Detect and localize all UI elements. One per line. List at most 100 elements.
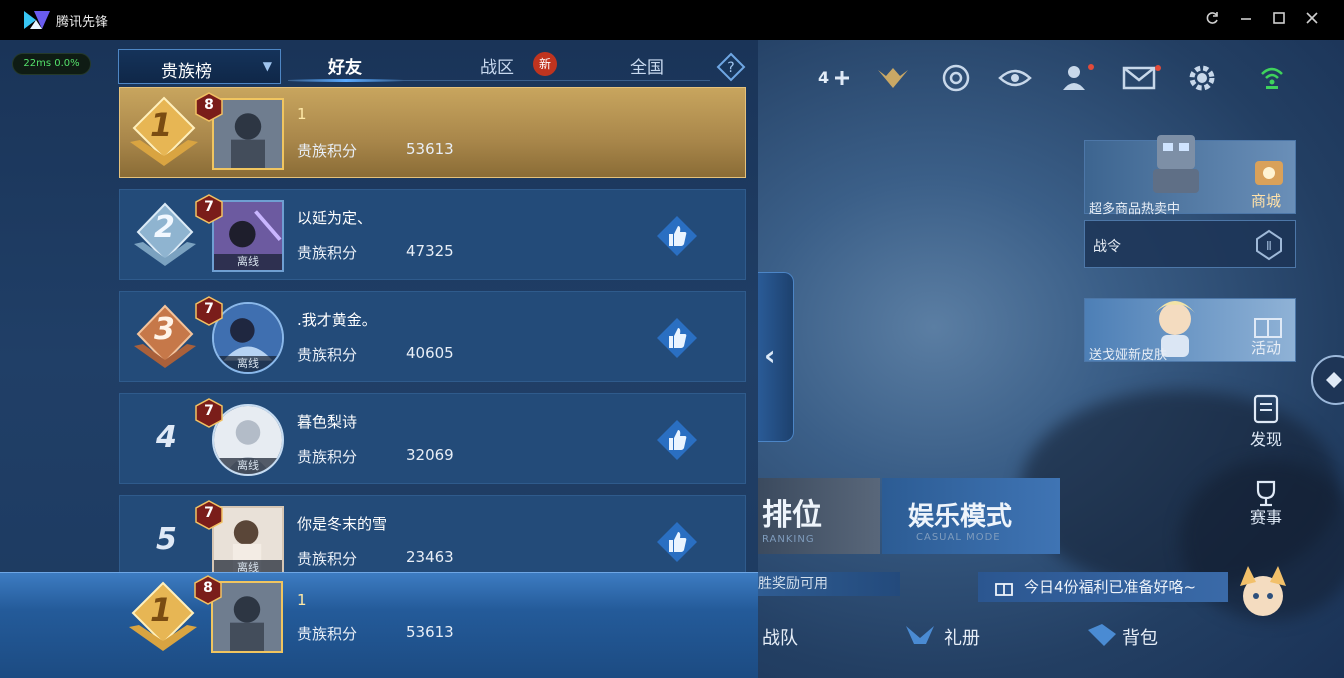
score-value: 53613 (406, 140, 454, 158)
eye-icon[interactable] (998, 64, 1032, 92)
rank-number: 5 (156, 522, 177, 557)
score-value: 47325 (406, 242, 454, 260)
score-label: 贵族积分 (297, 346, 358, 364)
offline-tag: 离线 (214, 458, 282, 474)
ranked-mode-button[interactable]: 排位 RANKING (758, 478, 880, 554)
shop-caption: 超多商品热卖中 (1089, 202, 1181, 217)
ranked-sub: RANKING (762, 534, 815, 545)
casual-mode-button[interactable]: 娱乐模式 CASUAL MODE (882, 478, 1060, 554)
chevron-down-icon: ▼ (262, 59, 272, 73)
gift-book-menu[interactable]: 礼册 (944, 624, 980, 650)
mail-icon[interactable] (1122, 64, 1162, 92)
score-value: 40605 (406, 344, 454, 362)
side-drawer-handle-icon[interactable] (1306, 352, 1344, 408)
leaderboard-row[interactable]: 4 离线 7 暮色梨诗 贵族积分 32069 (119, 393, 746, 484)
score-label: 贵族积分 (297, 550, 358, 568)
event-label: 活动 (1251, 339, 1282, 357)
shop-card[interactable]: 超多商品热卖中 商城 (1084, 135, 1296, 217)
player-name: 1 (297, 591, 307, 609)
assistant-mascot-icon[interactable] (1228, 556, 1298, 636)
avatar-picture-icon (214, 100, 282, 168)
noble-level-badge: 7 (194, 398, 224, 428)
welfare-banner-text: 今日4份福利已准备好咯~ (1024, 578, 1197, 596)
noble-level: 7 (204, 505, 214, 521)
wifi-signal-icon (1261, 67, 1283, 89)
leaderboard-row[interactable]: 3 离线 7 .我才黄金。 贵族积分 40605 (119, 291, 746, 382)
title-bar: 腾讯先锋 (0, 0, 1344, 40)
minimize-icon[interactable] (1236, 10, 1256, 30)
leaderboard-row[interactable]: 2 离线 7 以延为定、 贵族积分 47325 (119, 189, 746, 280)
noble-level: 7 (204, 199, 214, 215)
svg-text:Ⅱ: Ⅱ (1266, 239, 1272, 253)
offline-tag: 离线 (214, 356, 282, 372)
new-badge: 新 (533, 52, 557, 76)
app-logo-icon (24, 11, 50, 29)
welfare-banner[interactable]: 今日4份福利已准备好咯~ (978, 572, 1228, 602)
shop-icon (1255, 161, 1283, 185)
match-label[interactable]: 赛事 (1236, 504, 1296, 528)
discover-label[interactable]: 发现 (1236, 426, 1296, 450)
refresh-icon[interactable] (1202, 10, 1222, 30)
team-menu[interactable]: 战队 (762, 624, 798, 650)
currency-count: 4 (818, 68, 830, 87)
leaderboard-row[interactable]: 1 8 1 贵族积分 53613 (119, 87, 746, 178)
rank-number: 4 (156, 420, 177, 455)
tab-friends[interactable]: 好友 (328, 53, 362, 78)
target-icon[interactable] (940, 62, 972, 94)
svg-text:?: ? (727, 60, 734, 76)
gift-book-icon (906, 626, 934, 644)
app-title: 腾讯先锋 (56, 15, 109, 30)
collapse-panel-button[interactable]: ‹ (758, 272, 794, 442)
help-icon[interactable]: ? (716, 52, 746, 82)
casual-sub: CASUAL MODE (916, 532, 1001, 543)
player-name: 1 (297, 105, 307, 123)
reward-strip: 胜奖励可用 (758, 572, 900, 596)
noble-level-badge: 8 (193, 575, 223, 605)
noble-level: 7 (204, 403, 214, 419)
backpack-menu[interactable]: 背包 (1122, 624, 1158, 650)
noble-level-badge: 8 (194, 92, 224, 122)
like-thumbs-up-icon[interactable] (655, 520, 699, 564)
gift-icon (995, 583, 1013, 596)
friends-icon[interactable] (1060, 62, 1096, 94)
backpack-icon (1088, 624, 1116, 646)
dropdown-label: 贵族榜 (161, 62, 212, 82)
leaderboard-type-dropdown[interactable]: 贵族榜 ▼ (118, 49, 281, 84)
noble-level: 7 (204, 301, 214, 317)
event-card[interactable]: 送戈娅新皮肤 活动 (1084, 298, 1296, 363)
score-value: 23463 (406, 548, 454, 566)
leaderboard-panel: 22ms 0.0% 贵族榜 ▼ 好友 战区 新 全国 ? 1 8 1 贵族积分 … (0, 40, 758, 678)
noble-level-badge: 7 (194, 296, 224, 326)
score-value: 53613 (406, 623, 454, 641)
tab-national[interactable]: 全国 (630, 53, 664, 78)
event-gift-icon (1254, 318, 1282, 338)
like-thumbs-up-icon[interactable] (655, 418, 699, 462)
player-name: 你是冬末的雪 (297, 515, 388, 533)
game-viewport: 4 超多商品热卖中 商城 战令 Ⅱ 送戈娅新皮肤 活动 发现 赛事 排位 RAN… (0, 40, 1344, 678)
battle-pass-card[interactable]: 战令 Ⅱ (1084, 220, 1296, 268)
noble-level-badge: 7 (194, 500, 224, 530)
rank-crest-icon[interactable] (874, 64, 912, 92)
discover-icon[interactable] (1252, 392, 1280, 424)
tab-region[interactable]: 战区 (480, 53, 514, 78)
ranked-label: 排位 (762, 498, 822, 533)
event-caption: 送戈娅新皮肤 (1089, 348, 1168, 363)
player-name: .我才黄金。 (297, 311, 377, 329)
close-icon[interactable] (1302, 10, 1322, 30)
battle-pass-icon: Ⅱ (1256, 229, 1282, 261)
like-thumbs-up-icon[interactable] (655, 214, 699, 258)
offline-tag: 离线 (214, 254, 282, 270)
maximize-icon[interactable] (1269, 10, 1289, 30)
add-icon[interactable] (832, 68, 852, 88)
score-label: 贵族积分 (297, 244, 358, 262)
shop-mascot-icon (1153, 135, 1199, 193)
like-thumbs-up-icon[interactable] (655, 316, 699, 360)
network-ping: 22ms 0.0% (12, 53, 91, 75)
score-label: 贵族积分 (297, 448, 358, 466)
noble-level-badge: 7 (194, 194, 224, 224)
rank-number: 1 (150, 591, 173, 629)
noble-level: 8 (203, 580, 213, 596)
score-label: 贵族积分 (297, 625, 358, 643)
settings-gear-icon[interactable] (1186, 62, 1218, 94)
my-rank-bar: 1 8 1 贵族积分 53613 (0, 572, 758, 678)
